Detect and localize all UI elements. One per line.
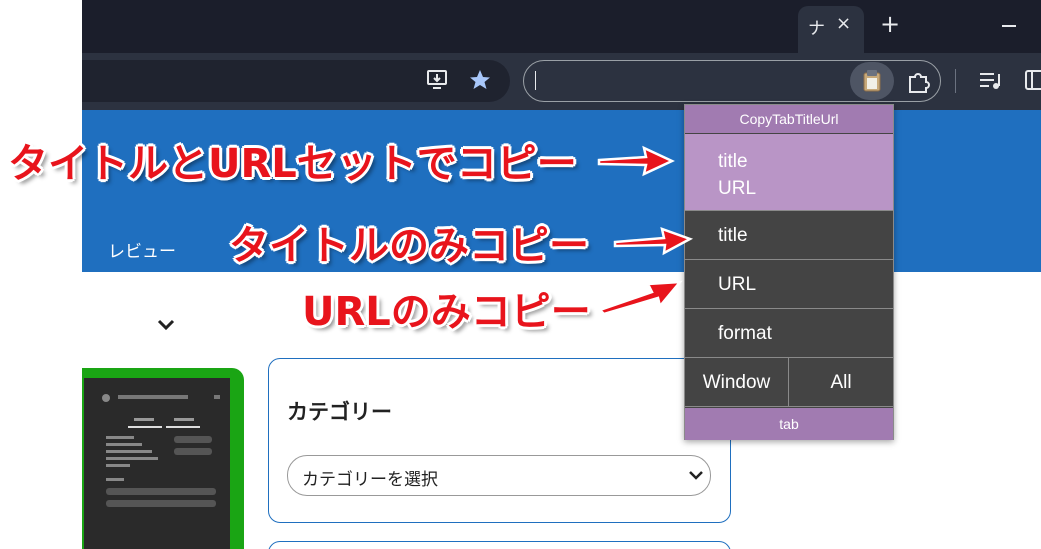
popup-footer: tab [685,408,893,440]
minimize-icon[interactable] [1002,25,1016,27]
thumbnail-ui-image [84,378,230,549]
thumbnail-screenshot [84,378,230,549]
text-cursor [535,71,536,90]
copy-title-and-url-button[interactable]: title URL [685,134,893,211]
chevron-down-icon[interactable] [157,318,175,332]
reading-list-icon[interactable] [978,70,1002,92]
copy-url-button[interactable]: URL [685,260,893,309]
toolbar-divider [955,69,956,93]
clipboard-icon [863,70,881,92]
new-tab-button[interactable]: + [880,10,900,38]
copy-title-label: title [718,151,748,172]
install-app-icon[interactable] [426,69,450,91]
annotation-copy-title: タイトルのみコピー [229,223,589,269]
popup-header: CopyTabTitleUrl [685,105,893,133]
extension-popup: CopyTabTitleUrl title URL title URL form… [684,104,894,440]
annotation-copy-url: URLのみコピー [302,289,591,335]
category-widget [268,358,731,523]
sidebar-widget [268,541,731,549]
arrow-icon [597,280,683,316]
copy-title-button[interactable]: title [685,211,893,260]
copy-all-button[interactable]: All [789,358,893,407]
tab-title: ナ [808,19,825,39]
category-select-value: カテゴリーを選択 [302,470,438,490]
close-icon[interactable]: × [836,13,851,34]
extensions-puzzle-icon[interactable] [906,68,932,94]
annotation-copy-title-url: タイトルとURLセットでコピー [8,141,577,187]
category-title: カテゴリー [287,400,392,424]
side-panel-icon[interactable] [1024,68,1041,94]
arrow-icon [597,145,675,177]
copy-window-button[interactable]: Window [685,358,789,407]
nav-item-review[interactable]: レビュー [108,237,176,262]
bookmark-star-icon[interactable] [468,68,492,92]
copy-format-button[interactable]: format [685,309,893,358]
arrow-icon [613,227,694,256]
chevron-down-icon [689,471,703,480]
copy-url-label: URL [718,178,757,199]
